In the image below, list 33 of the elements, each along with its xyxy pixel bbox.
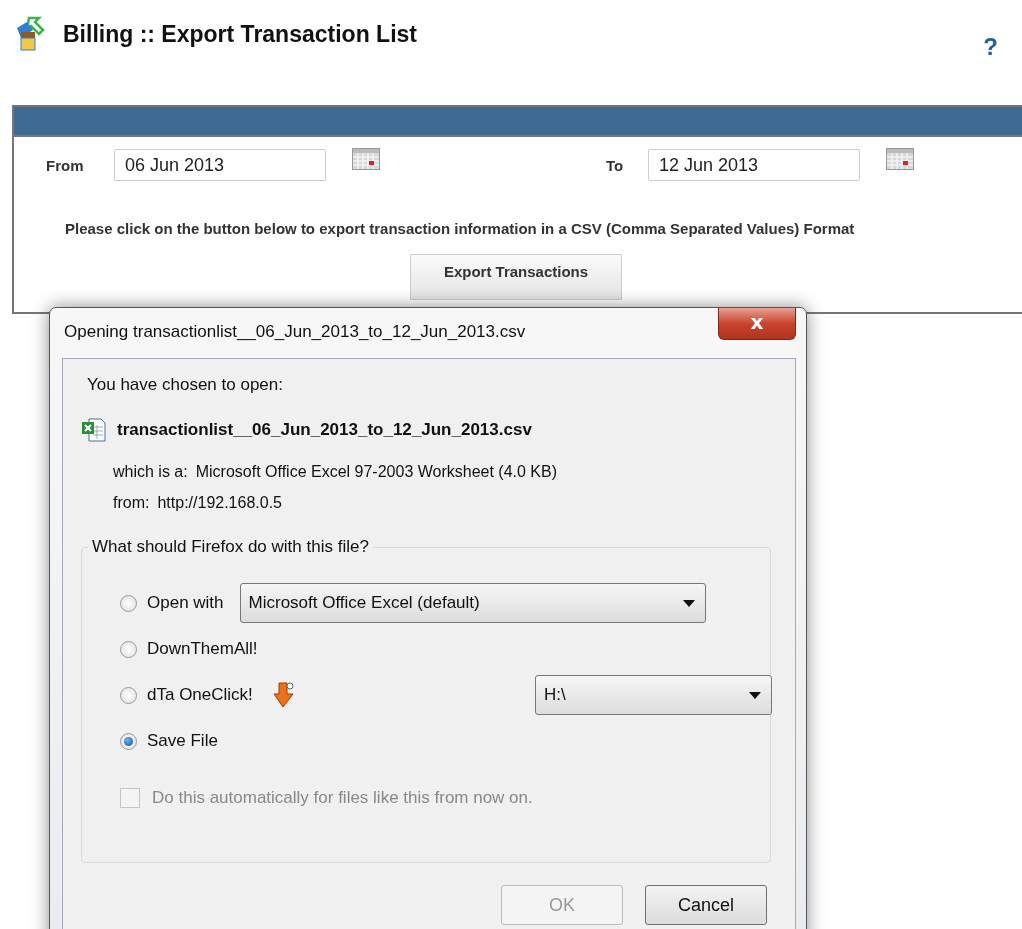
from-label: From	[46, 156, 85, 174]
option-label[interactable]: DownThemAll!	[147, 639, 258, 659]
source-url: http://192.168.0.5	[157, 494, 282, 512]
caret-icon	[749, 691, 761, 699]
caret-icon	[682, 599, 695, 607]
calendar-icon[interactable]	[886, 148, 914, 170]
radio-button[interactable]	[120, 640, 137, 658]
spreadsheet-file-icon	[81, 417, 107, 443]
dialog-title: Opening transactionlist__06_Jun_2013_to_12_Jun_2013.csv	[63, 321, 527, 343]
to-date-field[interactable]: 12 Jun 2013	[648, 149, 860, 181]
option-label[interactable]: Save File	[147, 731, 218, 751]
from-date-field[interactable]: 06 Jun 2013	[114, 149, 326, 181]
file-name: transactionlist__06_Jun_2013_to_12_Jun_2013.csv	[117, 420, 532, 440]
radio-button[interactable]	[120, 732, 137, 750]
source-label: from:	[113, 494, 150, 512]
type-label: which is a:	[113, 463, 188, 481]
option-label[interactable]: Open with	[147, 593, 224, 613]
arrow-down-icon	[272, 682, 295, 708]
help-icon[interactable]: ?	[983, 33, 998, 61]
file-type: Microsoft Office Excel 97-2003 Worksheet (4.0 KB)	[195, 463, 558, 481]
to-label: To	[606, 156, 625, 174]
intro-text: You have chosen to open:	[87, 375, 284, 395]
radio-button[interactable]	[120, 594, 137, 612]
dropdown[interactable]: Microsoft Office Excel (default)	[239, 583, 706, 623]
dropdown[interactable]: H:\	[535, 675, 772, 715]
option-label[interactable]: dTa OneClick!	[147, 685, 253, 705]
close-button[interactable]: x	[718, 308, 796, 340]
export-button[interactable]: Export Transactions	[410, 254, 622, 300]
radio-button[interactable]	[120, 686, 137, 704]
calendar-icon[interactable]	[352, 148, 380, 170]
instruction-text: Please click on the button below to export transaction information in a CSV (Comma Separated Values) Format	[65, 220, 856, 237]
dialog-button[interactable]: Cancel	[645, 885, 767, 925]
page-title: Billing :: Export Transaction List	[63, 20, 418, 48]
